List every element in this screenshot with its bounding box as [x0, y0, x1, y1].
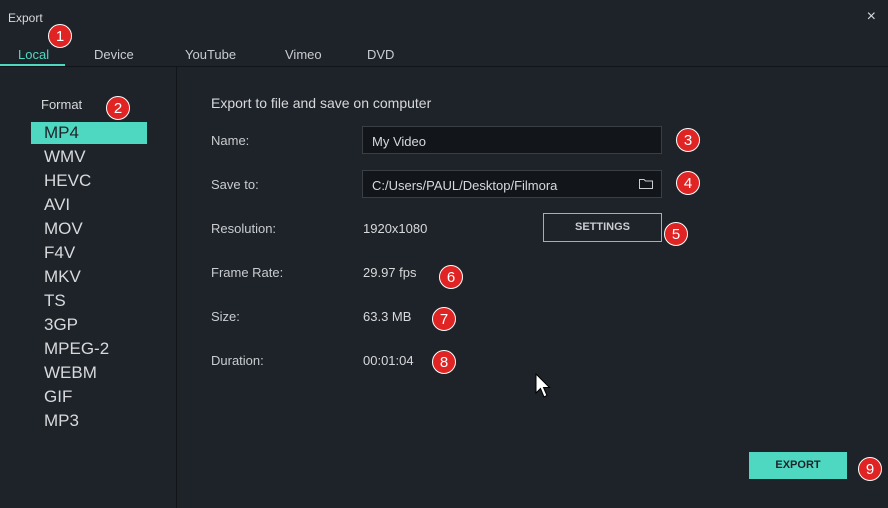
format-item-f4v[interactable]: F4V [31, 242, 147, 264]
format-item-webm[interactable]: WEBM [31, 362, 147, 384]
format-item-mp4[interactable]: MP4 [31, 122, 147, 144]
window-title: Export [8, 11, 43, 25]
mouse-pointer-icon [535, 373, 551, 398]
tab-device[interactable]: Device [94, 47, 134, 62]
format-item-mpeg2[interactable]: MPEG-2 [31, 338, 147, 360]
tab-youtube[interactable]: YouTube [185, 47, 236, 62]
callout-badge-1: 1 [48, 24, 72, 48]
duration-value: 00:01:04 [363, 353, 414, 368]
format-item-mp3[interactable]: MP3 [31, 410, 147, 432]
name-input[interactable] [363, 127, 644, 155]
format-item-mov[interactable]: MOV [31, 218, 147, 240]
format-item-gif[interactable]: GIF [31, 386, 147, 408]
size-label: Size: [211, 309, 240, 324]
frame-rate-label: Frame Rate: [211, 265, 284, 280]
frame-rate-value: 29.97 fps [363, 265, 417, 280]
callout-badge-3: 3 [676, 128, 700, 152]
callout-badge-5: 5 [664, 222, 688, 246]
format-item-mkv[interactable]: MKV [31, 266, 147, 288]
format-item-ts[interactable]: TS [31, 290, 147, 312]
tab-bar: Local Device YouTube Vimeo DVD [0, 36, 888, 67]
format-item-wmv[interactable]: WMV [31, 146, 147, 168]
resolution-label: Resolution: [211, 221, 277, 236]
settings-button[interactable]: SETTINGS [543, 213, 662, 242]
format-panel: Format MP4 WMV HEVC AVI MOV F4V MKV TS 3… [0, 67, 177, 508]
callout-badge-8: 8 [432, 350, 456, 374]
title-bar: Export × [0, 0, 888, 36]
save-to-input[interactable] [363, 171, 644, 199]
tab-local[interactable]: Local [18, 47, 49, 62]
close-icon[interactable]: × [867, 8, 876, 26]
callout-badge-9: 9 [858, 457, 882, 481]
duration-label: Duration: [211, 353, 264, 368]
panel-heading: Export to file and save on computer [211, 95, 432, 111]
callout-badge-7: 7 [432, 307, 456, 331]
callout-badge-4: 4 [676, 171, 700, 195]
callout-badge-6: 6 [439, 265, 463, 289]
name-field-container [362, 126, 662, 155]
tab-vimeo[interactable]: Vimeo [285, 47, 322, 62]
tab-dvd[interactable]: DVD [367, 47, 394, 62]
name-label: Name: [211, 133, 250, 148]
save-to-label: Save to: [211, 177, 259, 192]
active-tab-indicator [0, 64, 65, 66]
format-title: Format [41, 97, 83, 112]
size-value: 63.3 MB [363, 309, 412, 324]
format-item-hevc[interactable]: HEVC [31, 170, 147, 192]
export-button[interactable]: EXPORT [749, 452, 847, 479]
save-to-field-container [362, 170, 662, 199]
callout-badge-2: 2 [106, 96, 130, 120]
format-item-avi[interactable]: AVI [31, 194, 147, 216]
format-item-3gp[interactable]: 3GP [31, 314, 147, 336]
resolution-value: 1920x1080 [363, 221, 428, 236]
folder-icon[interactable] [639, 178, 653, 189]
